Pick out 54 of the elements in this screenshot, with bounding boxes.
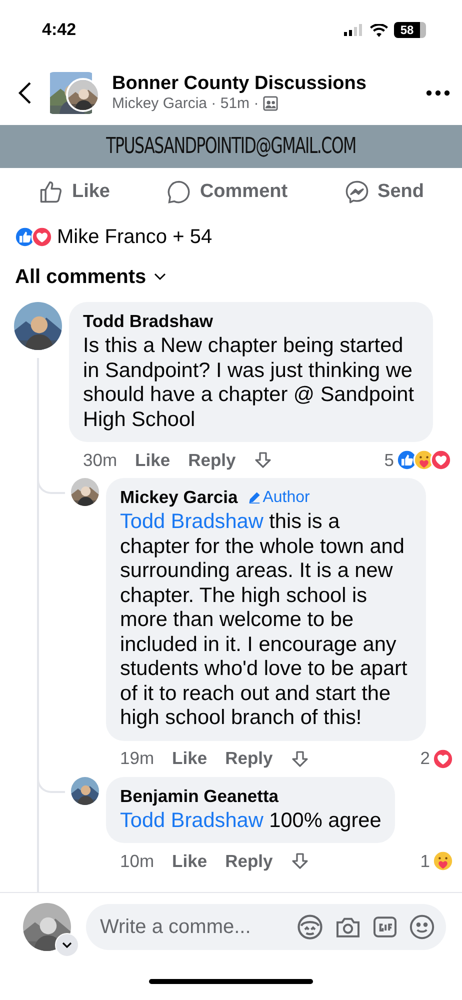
mention-link[interactable]: Todd Bradshaw <box>120 808 264 832</box>
thread-connector <box>37 478 65 494</box>
comment-button[interactable]: Comment <box>162 175 292 209</box>
reply-link[interactable]: Reply <box>188 450 236 470</box>
back-icon[interactable] <box>18 80 32 104</box>
like-link[interactable]: Like <box>172 748 208 769</box>
sort-dropdown[interactable]: All comments <box>0 258 182 296</box>
pencil-icon <box>248 491 261 504</box>
emoji-icon[interactable] <box>408 913 436 941</box>
like-icon <box>38 179 64 205</box>
messenger-icon <box>344 179 370 205</box>
battery-level: 58 <box>394 22 426 38</box>
signal-icon <box>344 24 364 36</box>
chevron-down-icon[interactable] <box>55 933 79 957</box>
arrow-down-icon[interactable] <box>290 852 309 870</box>
hug-reaction-icon <box>432 850 454 872</box>
comment-field[interactable]: Write a comme... <box>86 904 446 950</box>
wifi-icon <box>370 24 388 36</box>
author-name[interactable]: Benjamin Geanetta <box>120 786 279 806</box>
chevron-icon <box>154 273 166 281</box>
reply-link[interactable]: Reply <box>225 850 273 872</box>
like-link[interactable]: Like <box>172 850 208 872</box>
reaction-count[interactable]: 5 <box>384 450 394 470</box>
arrow-down-icon[interactable] <box>254 451 272 469</box>
author-label: Author <box>248 488 310 506</box>
like-link[interactable]: Like <box>135 450 170 470</box>
more-icon[interactable] <box>426 90 450 96</box>
comment-text: Is this a New chapter being started in Sandpoint? I was just thinking we should have a chapter @ Sandpoint High School <box>83 334 415 432</box>
mention-link[interactable]: Todd Bradshaw <box>120 510 264 533</box>
reactions-summary[interactable]: Mike Franco + 54 <box>57 226 212 248</box>
heart-reaction-icon <box>430 449 452 471</box>
timestamp: 10m <box>120 850 154 872</box>
comment-text: Todd Bradshaw this is a chapter for the whole town and surrounding areas. It is a new chapter. The high school is more than welcome to be included in it. I encourage any students who'd love to be apart of it to reach out and start the high school branch of this! <box>120 510 408 730</box>
arrow-down-icon[interactable] <box>290 750 309 768</box>
like-button[interactable]: Like <box>34 175 114 209</box>
author-name[interactable]: Mickey Garcia <box>120 487 238 508</box>
reaction-count[interactable]: 2 <box>420 748 430 769</box>
timestamp: 19m <box>120 748 154 769</box>
comment-input[interactable]: Write a comme... <box>100 916 286 938</box>
heart-reaction-icon <box>31 226 53 248</box>
speech-bubble-icon <box>166 179 192 205</box>
clock-time: 4:42 <box>42 20 76 40</box>
send-button[interactable]: Send <box>340 175 428 209</box>
thread-connector <box>37 776 65 792</box>
reply-link[interactable]: Reply <box>225 748 273 769</box>
group-title[interactable]: Bonner County Discussions <box>112 73 412 95</box>
avatar-sticker-icon[interactable] <box>295 912 325 942</box>
reaction-count[interactable]: 1 <box>420 850 430 872</box>
post-meta: Mickey Garcia · 51m · <box>112 95 259 112</box>
timestamp: 30m <box>83 450 118 470</box>
heart-reaction-icon <box>432 748 454 770</box>
author-name[interactable]: Todd Bradshaw <box>83 311 213 332</box>
members-icon <box>262 96 278 111</box>
comment-text: Todd Bradshaw 100% agree <box>120 808 382 833</box>
